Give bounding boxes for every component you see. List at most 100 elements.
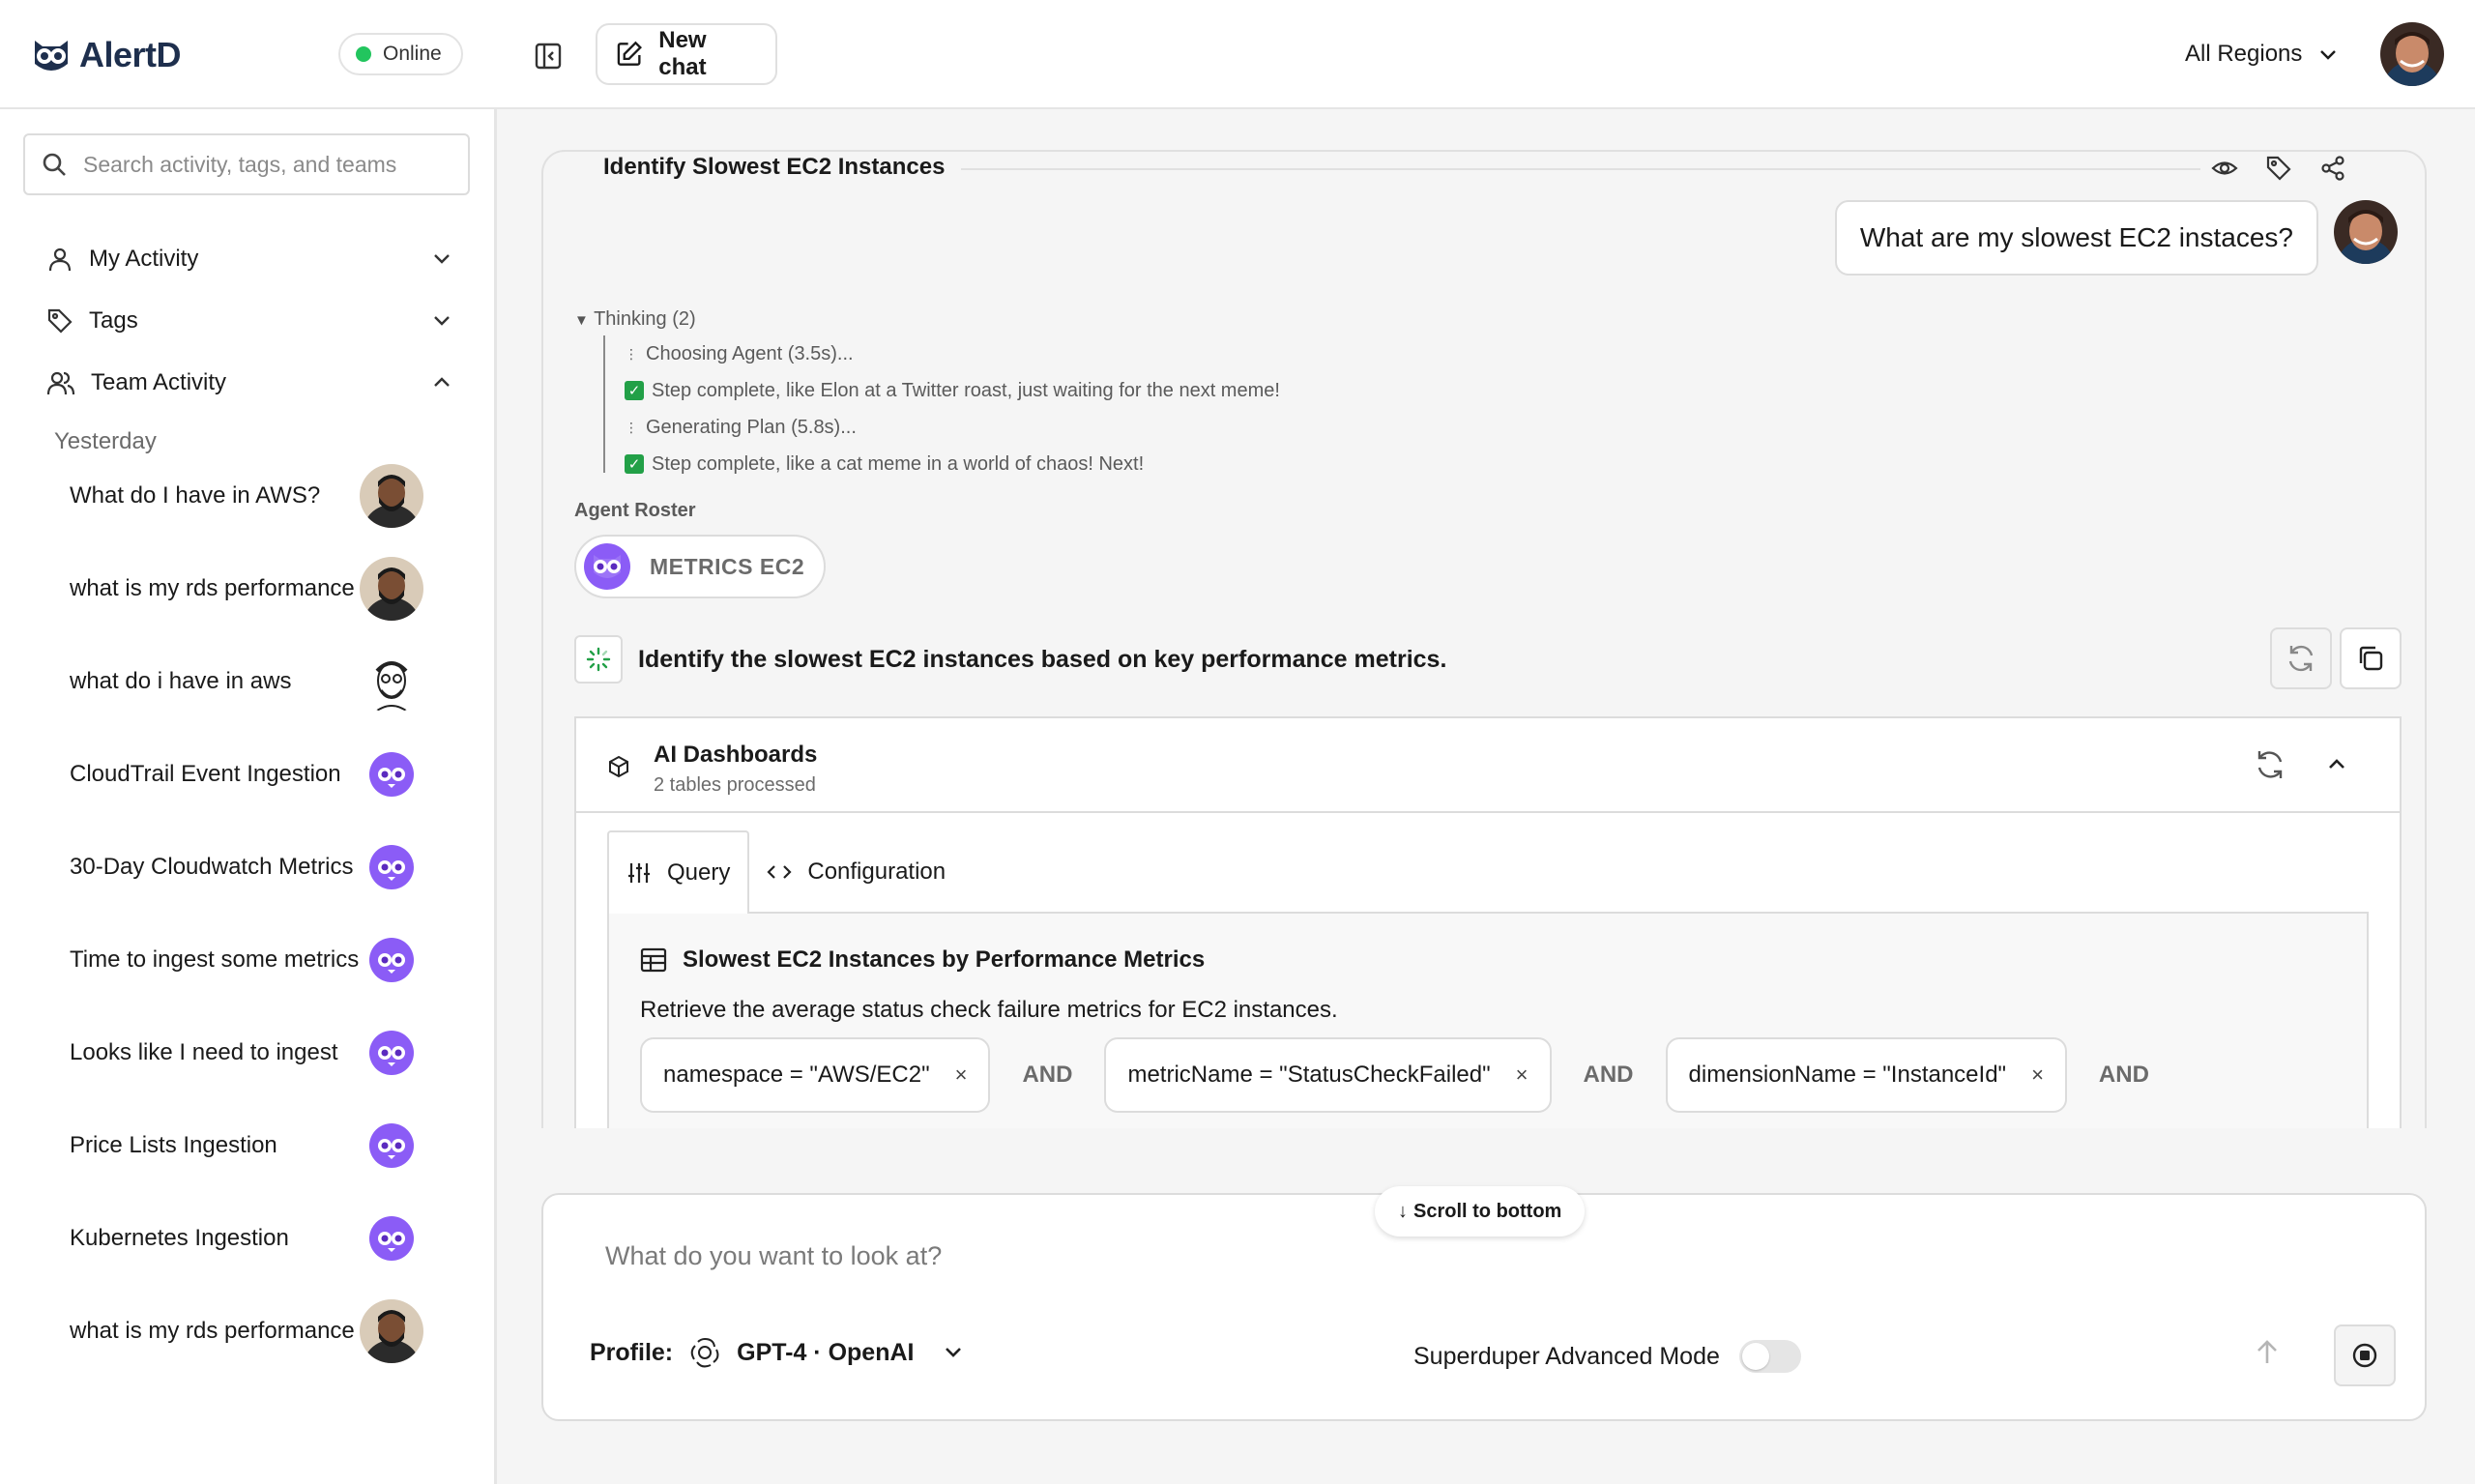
chevron-up-icon[interactable] bbox=[2322, 749, 2351, 778]
advanced-mode-toggle[interactable] bbox=[1738, 1340, 1801, 1373]
code-icon bbox=[767, 865, 792, 879]
tab-query[interactable]: Query bbox=[607, 830, 750, 914]
new-chat-label: New chat bbox=[658, 27, 707, 80]
activity-item[interactable]: CloudTrail Event Ingestion bbox=[70, 741, 427, 808]
arrow-down-icon: ↓ bbox=[1398, 1200, 1408, 1222]
dashboard-tabs: Query Configuration bbox=[607, 830, 963, 914]
chevron-up-icon bbox=[434, 377, 450, 387]
new-chat-button[interactable]: New chat bbox=[596, 23, 777, 85]
dots-icon: ⋮ bbox=[625, 345, 638, 362]
share-icon[interactable] bbox=[2318, 154, 2347, 183]
close-icon[interactable]: × bbox=[1516, 1062, 1529, 1088]
thinking-step-text: Choosing Agent (3.5s)... bbox=[646, 342, 854, 364]
query-title-text: Slowest EC2 Instances by Performance Met… bbox=[683, 946, 1206, 973]
top-bar: AlertD Online New chat All Regions bbox=[0, 0, 2475, 109]
owl-icon bbox=[360, 928, 423, 992]
activity-item-label: what do i have in aws bbox=[70, 668, 292, 694]
chevron-down-icon bbox=[434, 316, 450, 326]
close-icon[interactable]: × bbox=[2031, 1062, 2044, 1088]
query-description: Retrieve the average status check failur… bbox=[640, 997, 1338, 1023]
activity-item-label: Time to ingest some metrics bbox=[70, 946, 360, 973]
users-icon bbox=[46, 371, 75, 395]
prompt-input[interactable] bbox=[605, 1241, 2152, 1271]
activity-item[interactable]: Price Lists Ingestion bbox=[70, 1112, 427, 1179]
online-dot-icon bbox=[356, 46, 371, 62]
activity-item-label: Kubernetes Ingestion bbox=[70, 1225, 289, 1251]
activity-item-label: Looks like I need to ingest bbox=[70, 1039, 338, 1065]
and-operator: AND bbox=[1022, 1062, 1073, 1088]
agent-roster-label: Agent Roster bbox=[574, 500, 696, 521]
close-icon[interactable]: × bbox=[955, 1062, 968, 1088]
tab-configuration[interactable]: Configuration bbox=[749, 830, 963, 914]
activity-item[interactable]: What do I have in AWS? bbox=[70, 462, 427, 530]
refresh-icon bbox=[2288, 645, 2314, 672]
owl-logo-icon bbox=[35, 41, 68, 71]
check-icon: ✓ bbox=[625, 454, 644, 474]
search-icon bbox=[43, 153, 66, 176]
query-panel: Slowest EC2 Instances by Performance Met… bbox=[607, 912, 2369, 1128]
activity-item-label: 30-Day Cloudwatch Metrics bbox=[70, 854, 354, 880]
activity-item[interactable]: Kubernetes Ingestion bbox=[70, 1205, 427, 1272]
owl-icon bbox=[360, 835, 423, 899]
check-icon: ✓ bbox=[625, 381, 644, 400]
activity-item[interactable]: what do i have in aws bbox=[70, 648, 427, 715]
filter-chip[interactable]: metricName = "StatusCheckFailed" × bbox=[1104, 1037, 1552, 1113]
user-photo-icon bbox=[360, 557, 423, 621]
chevron-down-icon bbox=[946, 1348, 962, 1357]
dashboard-subtitle: 2 tables processed bbox=[654, 774, 816, 796]
profile-label: Profile: bbox=[590, 1338, 674, 1366]
activity-item-label: What do I have in AWS? bbox=[70, 482, 321, 509]
status-badge: Online bbox=[338, 33, 463, 75]
user-avatar[interactable] bbox=[2380, 22, 2444, 86]
activity-item[interactable]: 30-Day Cloudwatch Metrics bbox=[70, 833, 427, 901]
copy-button[interactable] bbox=[2340, 627, 2402, 689]
nav-team-activity[interactable]: Team Activity bbox=[46, 362, 452, 404]
thinking-toggle[interactable]: ▼ Thinking (2) bbox=[574, 308, 696, 331]
sidebar-toggle-button[interactable] bbox=[527, 35, 569, 77]
filter-chip[interactable]: dimensionName = "InstanceId" × bbox=[1665, 1037, 2067, 1113]
task-text: Identify the slowest EC2 instances based… bbox=[638, 645, 1447, 673]
search-field[interactable] bbox=[23, 133, 470, 195]
eye-icon[interactable] bbox=[2210, 154, 2239, 183]
sidebar: My Activity Tags Team Activity Yesterday… bbox=[0, 109, 497, 1484]
search-input[interactable] bbox=[83, 151, 451, 178]
triangle-down-icon: ▼ bbox=[574, 312, 589, 329]
agent-name: METRICS EC2 bbox=[650, 553, 805, 579]
stop-button[interactable] bbox=[2334, 1324, 2396, 1386]
openai-icon bbox=[690, 1338, 719, 1368]
logo[interactable]: AlertD bbox=[31, 31, 182, 79]
sliders-icon bbox=[628, 863, 650, 883]
table-icon bbox=[640, 947, 667, 973]
region-selector[interactable]: All Regions bbox=[2185, 35, 2339, 73]
activity-item-label: what is my rds performance bbox=[70, 575, 355, 601]
activity-item[interactable]: Looks like I need to ingest bbox=[70, 1019, 427, 1087]
profile-selector[interactable]: Profile: GPT-4 · OpenAI bbox=[590, 1336, 966, 1369]
edit-icon bbox=[617, 41, 642, 66]
tag-icon[interactable] bbox=[2264, 154, 2293, 183]
cube-icon bbox=[609, 755, 628, 778]
scroll-to-bottom-button[interactable]: ↓ Scroll to bottom bbox=[1375, 1186, 1586, 1237]
owl-icon bbox=[360, 1021, 423, 1085]
filter-chip[interactable]: namespace = "AWS/EC2" × bbox=[640, 1037, 991, 1113]
activity-item[interactable]: Time to ingest some metrics bbox=[70, 926, 427, 994]
owl-icon bbox=[360, 1207, 423, 1270]
activity-item[interactable]: what is my rds performance bbox=[70, 555, 427, 623]
user-photo-icon bbox=[2334, 200, 2398, 264]
agent-chip[interactable]: METRICS EC2 bbox=[574, 535, 826, 598]
user-photo-icon bbox=[360, 1299, 423, 1363]
nav-label: Tags bbox=[89, 307, 138, 334]
activity-item[interactable]: what is my rds performance bbox=[70, 1297, 427, 1365]
title-divider bbox=[961, 168, 2204, 170]
profile-value: GPT-4 · OpenAI bbox=[737, 1338, 915, 1366]
nav-my-activity[interactable]: My Activity bbox=[46, 238, 452, 280]
refresh-icon[interactable] bbox=[2253, 747, 2287, 782]
arrow-up-icon[interactable] bbox=[2253, 1338, 2282, 1367]
sketch-avatar-icon bbox=[360, 650, 423, 713]
thinking-step: ✓ Step complete, like a cat meme in a wo… bbox=[625, 446, 1280, 482]
dashboard-header[interactable]: AI Dashboards 2 tables processed bbox=[576, 718, 2400, 813]
task-row: Identify the slowest EC2 instances based… bbox=[574, 627, 2402, 691]
tab-label: Configuration bbox=[807, 858, 946, 885]
nav-tags[interactable]: Tags bbox=[46, 300, 452, 342]
retry-button[interactable] bbox=[2270, 627, 2332, 689]
app-name: AlertD bbox=[79, 35, 182, 74]
